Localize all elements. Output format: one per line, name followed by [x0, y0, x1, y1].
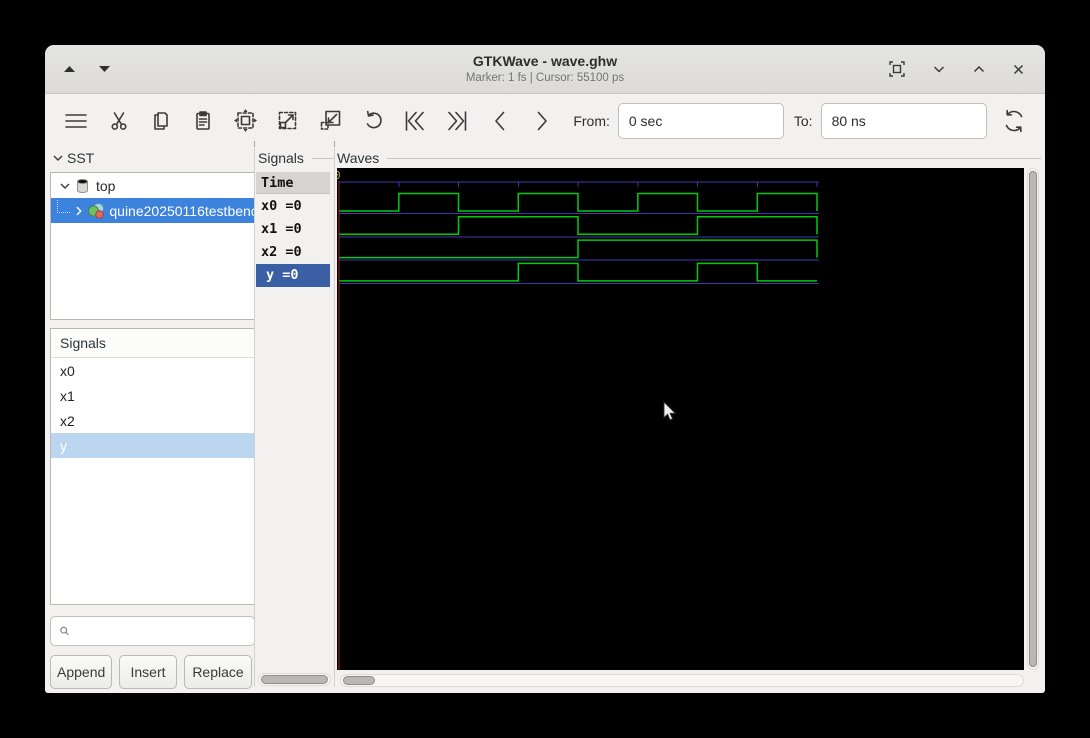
frame-rule — [311, 157, 334, 159]
waves-header: Waves — [337, 150, 380, 166]
append-button[interactable]: Append — [50, 655, 112, 689]
sst-header: SST — [67, 150, 95, 166]
wave-canvas[interactable]: 0 — [337, 168, 1024, 670]
search-input[interactable] — [70, 623, 254, 639]
facility-label: x2 — [60, 412, 75, 429]
pane-divider-left[interactable] — [254, 141, 255, 687]
signals-column-header: Signals — [258, 150, 304, 166]
waves-panel: Waves 0 — [336, 45, 1045, 693]
waveform-plot: 0 — [337, 169, 819, 670]
tree-item-testbench[interactable]: quine20250116testbenc — [51, 198, 254, 223]
signals-column: Signals Time x0 =0 x1 =0 x2 =0 y =0 — [256, 45, 334, 693]
signal-name-x2[interactable]: x2 =0 — [256, 241, 330, 264]
signals-hscrollbar[interactable] — [258, 673, 331, 686]
insert-button[interactable]: Insert — [119, 655, 177, 689]
pane-divider-right[interactable] — [334, 141, 335, 687]
svg-text:0: 0 — [337, 169, 341, 182]
facility-row-x1[interactable]: x1 — [51, 383, 254, 408]
signal-name-x0[interactable]: x0 =0 — [256, 194, 330, 217]
sst-expander-icon[interactable] — [52, 152, 64, 164]
signal-search[interactable] — [50, 616, 255, 646]
facility-label: x1 — [60, 387, 75, 404]
module-icon — [77, 178, 88, 193]
expander-down-icon[interactable] — [59, 180, 71, 192]
sst-tree: top quine20250116testbenc — [50, 172, 255, 320]
frame-rule — [387, 157, 1041, 159]
facility-label: x0 — [60, 362, 75, 379]
component-icon — [88, 202, 105, 219]
tree-item-top[interactable]: top — [51, 173, 254, 198]
tree-guide — [57, 200, 70, 213]
facility-label: y — [60, 437, 67, 454]
mouse-cursor — [663, 401, 677, 421]
facility-list: Signals x0 x1 x2 y — [50, 328, 255, 605]
replace-button[interactable]: Replace — [184, 655, 252, 689]
sst-panel: SST top quine20250116testbenc Signals x0… — [50, 45, 257, 693]
waves-hscrollbar[interactable] — [340, 674, 1024, 687]
facility-row-x0[interactable]: x0 — [51, 358, 254, 383]
scrollbar-thumb[interactable] — [1029, 171, 1037, 667]
facility-row-y[interactable]: y — [51, 433, 254, 458]
signal-name-x1[interactable]: x1 =0 — [256, 217, 330, 240]
facility-list-header: Signals — [51, 329, 254, 358]
gtkwave-window: GTKWave - wave.ghw Marker: 1 fs | Cursor… — [45, 45, 1045, 693]
scrollbar-thumb[interactable] — [343, 676, 375, 685]
tree-item-label: top — [96, 177, 116, 194]
search-icon — [60, 626, 69, 636]
scrollbar-thumb[interactable] — [261, 675, 328, 684]
expander-right-icon[interactable] — [73, 205, 85, 217]
tree-item-label: quine20250116testbenc — [109, 202, 254, 219]
facility-row-x2[interactable]: x2 — [51, 408, 254, 433]
time-header[interactable]: Time — [256, 172, 330, 194]
signal-name-y[interactable]: y =0 — [256, 263, 330, 287]
waves-vscrollbar[interactable] — [1027, 168, 1039, 670]
